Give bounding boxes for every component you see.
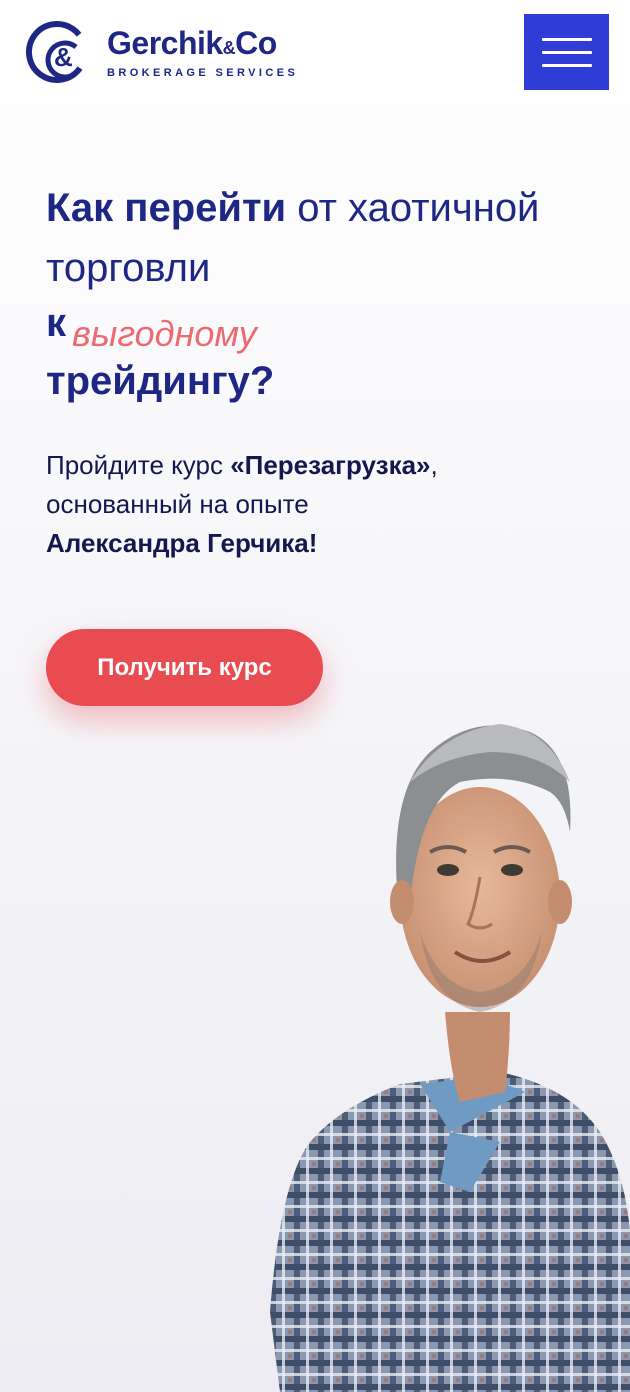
lead-line-3: Александра Герчика! bbox=[46, 528, 318, 558]
menu-button[interactable] bbox=[524, 14, 609, 90]
author-portrait bbox=[270, 724, 630, 1392]
headline-line-1: Как перейти от хаотичной bbox=[46, 186, 540, 230]
hamburger-icon-line bbox=[541, 50, 592, 54]
get-course-button[interactable]: Получить курс bbox=[46, 629, 323, 706]
hero-lead: Пройдите курс «Перезагрузка», основанный… bbox=[46, 446, 586, 563]
lead-line-1: Пройдите курс «Перезагрузка», bbox=[46, 450, 438, 480]
hero-headline: Как перейти от хаотичной торговли к выгод… bbox=[46, 178, 606, 411]
lead-line-2: основанный на опыте bbox=[46, 489, 309, 519]
brand-logo[interactable]: & Gerchik&Co BROKERAGE SERVICES bbox=[25, 16, 315, 88]
site-header: & Gerchik&Co BROKERAGE SERVICES bbox=[0, 0, 630, 104]
logo-text: Gerchik&Co BROKERAGE SERVICES bbox=[107, 26, 298, 79]
headline-line-4: трейдингу? bbox=[46, 359, 275, 403]
logo-name: Gerchik&Co bbox=[107, 24, 277, 61]
logo-tagline: BROKERAGE SERVICES bbox=[107, 66, 299, 79]
headline-line-3: к выгодному bbox=[46, 301, 257, 354]
hamburger-icon-line bbox=[541, 63, 592, 67]
hamburger-icon-line bbox=[541, 37, 592, 41]
logo-mark-icon: & bbox=[26, 21, 88, 83]
headline-line-2: торговли bbox=[46, 246, 211, 290]
svg-text:&: & bbox=[54, 42, 73, 72]
headline-accent: выгодному bbox=[72, 313, 257, 354]
